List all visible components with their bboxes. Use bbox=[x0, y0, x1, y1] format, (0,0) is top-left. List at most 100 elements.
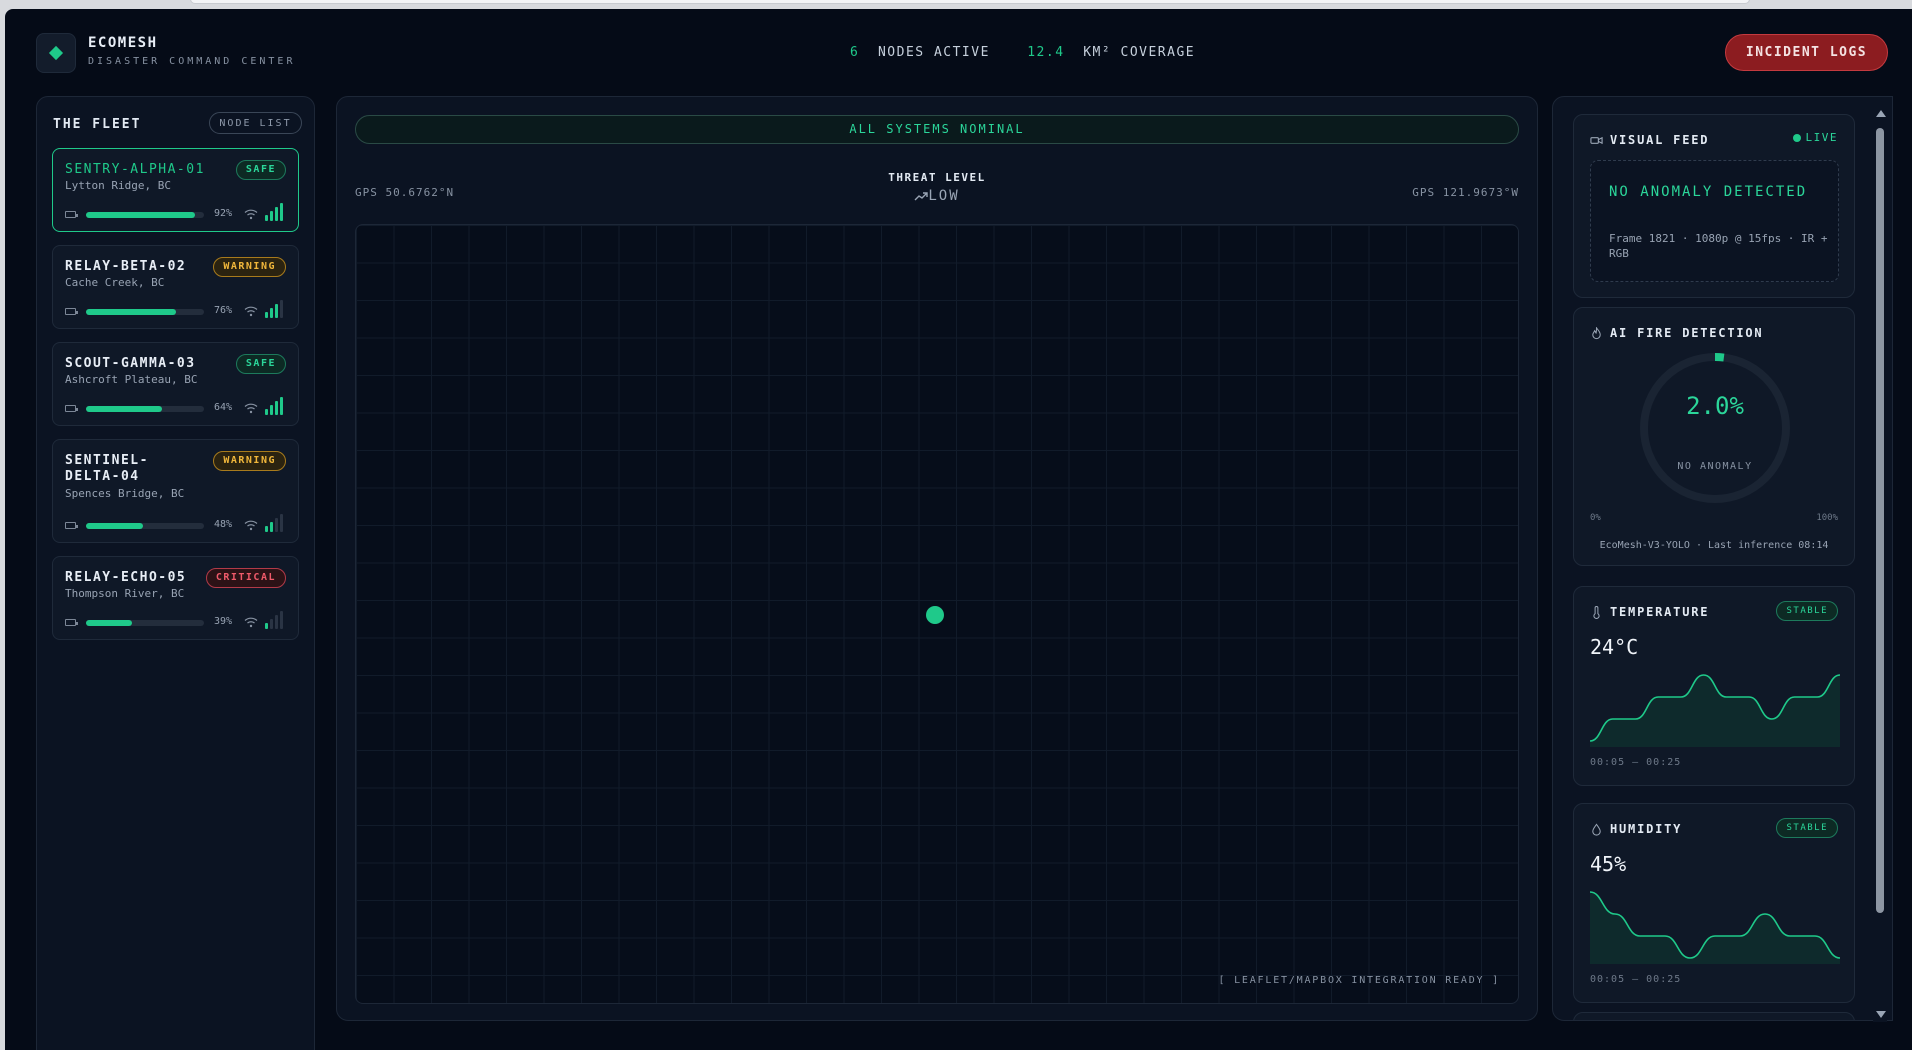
battery-bar-fill bbox=[86, 406, 162, 412]
fire-detection-title-text: AI FIRE DETECTION bbox=[1610, 326, 1764, 340]
nodes-active-label: NODES ACTIVE bbox=[877, 45, 990, 60]
incident-logs-button[interactable]: INCIDENT LOGS bbox=[1725, 34, 1888, 71]
fleet-node-card[interactable]: SCOUT-GAMMA-03 Ashcroft Plateau, BC SAFE 64… bbox=[52, 342, 299, 426]
node-status-badge: WARNING bbox=[213, 257, 286, 277]
browser-edge bbox=[0, 0, 1912, 9]
video-feed[interactable]: NO ANOMALY DETECTED Frame 1821 · 1080p @… bbox=[1590, 160, 1839, 282]
signal-bar bbox=[270, 308, 273, 318]
coverage-value: 12.4 bbox=[1027, 45, 1065, 60]
battery-icon bbox=[65, 405, 78, 412]
gps-longitude: GPS 121.9673°W bbox=[1412, 186, 1519, 199]
map-canvas[interactable]: [ LEAFLET/MAPBOX INTEGRATION READY ] bbox=[355, 224, 1519, 1004]
scroll-down-arrow-icon[interactable] bbox=[1876, 1011, 1886, 1018]
signal-bar bbox=[270, 522, 273, 532]
humidity-card: HUMIDITY STABLE 45% 00:05 — 00:25 bbox=[1573, 803, 1855, 1003]
droplet-icon bbox=[1592, 822, 1601, 836]
humidity-time-range: 00:05 — 00:25 bbox=[1590, 974, 1682, 985]
wifi-icon bbox=[244, 617, 258, 628]
visual-feed-title: VISUAL FEED bbox=[1590, 133, 1709, 147]
address-bar-edge bbox=[190, 0, 1750, 4]
node-telemetry: 64% bbox=[65, 397, 290, 416]
fleet-node-card[interactable]: RELAY-BETA-02 Cache Creek, BC WARNING 76% bbox=[52, 245, 299, 329]
node-name: RELAY-ECHO-05 bbox=[65, 570, 187, 585]
fire-detection-title: AI FIRE DETECTION bbox=[1590, 326, 1763, 340]
node-telemetry: 48% bbox=[65, 514, 290, 533]
nodes-active-count: 6 bbox=[850, 45, 860, 60]
battery-bar-fill bbox=[86, 523, 143, 529]
threat-level-text: LOW bbox=[928, 188, 960, 204]
battery-percent: 76% bbox=[214, 305, 233, 316]
feed-status: NO ANOMALY DETECTED bbox=[1609, 184, 1808, 200]
signal-strength-icon bbox=[265, 203, 287, 221]
signal-bar bbox=[265, 526, 268, 532]
sensor-panel[interactable]: VISUAL FEED LIVE NO ANOMALY DETECTED Fra… bbox=[1552, 96, 1893, 1021]
wifi-icon bbox=[244, 520, 258, 531]
humidity-sparkline bbox=[1590, 891, 1840, 964]
node-location: Thompson River, BC bbox=[65, 587, 185, 600]
signal-strength-icon bbox=[265, 300, 287, 318]
live-dot-icon bbox=[1792, 133, 1801, 142]
signal-bar bbox=[275, 518, 278, 532]
signal-strength-icon bbox=[265, 611, 287, 629]
map-node-marker[interactable] bbox=[926, 606, 944, 624]
trend-up-icon bbox=[914, 192, 929, 201]
temperature-sparkline bbox=[1590, 674, 1840, 747]
flame-icon bbox=[1592, 326, 1601, 339]
threat-level-value: LOW bbox=[337, 188, 1537, 204]
camera-icon bbox=[1590, 136, 1603, 144]
signal-bar bbox=[280, 300, 283, 318]
battery-bar-fill bbox=[86, 212, 195, 218]
node-name: RELAY-BETA-02 bbox=[65, 259, 187, 274]
fire-probability-value: 2.0% bbox=[1686, 392, 1744, 420]
humidity-trend-area bbox=[1590, 892, 1840, 964]
scroll-thumb[interactable] bbox=[1876, 128, 1884, 913]
humidity-status-badge: STABLE bbox=[1776, 818, 1838, 838]
signal-bar bbox=[275, 615, 278, 629]
gauge-max-label: 100% bbox=[1816, 513, 1838, 523]
wifi-icon bbox=[244, 306, 258, 317]
signal-bar bbox=[280, 203, 283, 221]
fleet-node-card[interactable]: RELAY-ECHO-05 Thompson River, BC CRITICAL 3… bbox=[52, 556, 299, 640]
battery-percent: 92% bbox=[214, 208, 233, 219]
node-name: SCOUT-GAMMA-03 bbox=[65, 356, 196, 371]
feed-meta: Frame 1821 · 1080p @ 15fps · IR + RGB bbox=[1609, 232, 1828, 260]
fleet-node-card[interactable]: SENTINEL-DELTA-04 Spences Bridge, BC WARNI… bbox=[52, 439, 299, 543]
battery-bar bbox=[86, 523, 204, 529]
battery-percent: 39% bbox=[214, 616, 233, 627]
battery-icon bbox=[65, 619, 78, 626]
signal-bar bbox=[275, 207, 278, 221]
signal-bar bbox=[275, 401, 278, 415]
brand-subtitle: DISASTER COMMAND CENTER bbox=[88, 56, 296, 67]
scroll-up-arrow-icon[interactable] bbox=[1876, 110, 1886, 117]
fleet-node-card[interactable]: SENTRY-ALPHA-01 Lytton Ridge, BC SAFE 92% bbox=[52, 148, 299, 232]
next-card-edge bbox=[1573, 1012, 1855, 1020]
fleet-title: THE FLEET bbox=[53, 117, 142, 132]
node-list-button[interactable]: NODE LIST bbox=[209, 112, 302, 134]
node-status-badge: SAFE bbox=[235, 354, 286, 374]
map-integration-note: [ LEAFLET/MAPBOX INTEGRATION READY ] bbox=[1218, 975, 1500, 986]
battery-percent: 64% bbox=[214, 402, 233, 413]
temperature-time-range: 00:05 — 00:25 bbox=[1590, 757, 1682, 768]
node-location: Lytton Ridge, BC bbox=[65, 179, 171, 192]
signal-bar bbox=[270, 211, 273, 221]
signal-bar bbox=[280, 397, 283, 415]
live-indicator: LIVE bbox=[1792, 131, 1839, 144]
humidity-reading: 45% bbox=[1590, 852, 1627, 876]
battery-bar-fill bbox=[86, 309, 176, 315]
diamond-icon bbox=[48, 45, 64, 61]
node-location: Cache Creek, BC bbox=[65, 276, 165, 289]
signal-bar bbox=[265, 623, 268, 629]
gauge-min-label: 0% bbox=[1590, 513, 1601, 523]
fire-probability-status: NO ANOMALY bbox=[1677, 461, 1753, 472]
signal-strength-icon bbox=[265, 514, 287, 532]
node-status-badge: CRITICAL bbox=[205, 568, 286, 588]
signal-bar bbox=[280, 514, 283, 532]
battery-bar-fill bbox=[86, 620, 133, 626]
sensor-panel-scrollbar[interactable] bbox=[1873, 106, 1887, 1022]
signal-bar bbox=[270, 619, 273, 629]
node-status-badge: WARNING bbox=[213, 451, 286, 471]
app-window: ECOMESH DISASTER COMMAND CENTER 6 NODES … bbox=[5, 9, 1912, 1050]
battery-bar bbox=[86, 620, 204, 626]
battery-icon bbox=[65, 211, 78, 218]
thermometer-icon bbox=[1593, 605, 1600, 619]
